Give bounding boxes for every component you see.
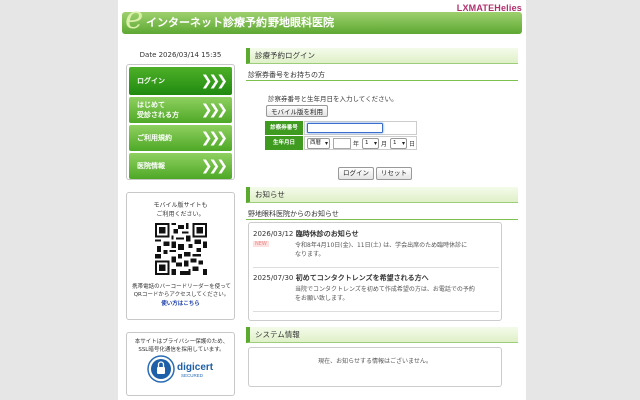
chevron-right-icon: ❯❯❯ (200, 73, 228, 89)
main-content: 診療予約ログイン 診察券番号をお持ちの方 診察券番号と生年月日を入力してください… (246, 48, 518, 387)
system-section-title: システム情報 (246, 327, 518, 343)
digicert-seal-icon[interactable]: digicert SECURED (147, 355, 223, 383)
news-headline: 初めてコンタクトレンズを希望される方へ (295, 274, 429, 282)
chevron-right-icon: ❯❯❯ (200, 102, 228, 118)
new-badge: NEW (253, 241, 269, 247)
mobile-site-box: モバイル版サイトも ご利用ください。 携帯電話のバーコードリーダーを使って QR… (126, 192, 235, 320)
card-number-label: 診察券番号 (265, 121, 303, 135)
sidebar-item-label: はじめて 受診される方 (137, 101, 179, 119)
mobile-site-text: モバイル版サイトも ご利用ください。 (153, 202, 208, 218)
news-item-title[interactable]: 2025/07/30 初めてコンタクトレンズを希望される方へ (253, 273, 499, 283)
e-logo-icon: e (125, 0, 144, 36)
login-instruction: 診察券番号と生年月日を入力してください。 (268, 95, 398, 103)
login-form: 診察券番号と生年月日を入力してください。 モバイル版を利用 診察券番号 生年月日… (246, 81, 518, 179)
digicert-name: digicert (177, 362, 214, 373)
news-item: 2026/03/12 臨時休診のお知らせ NEW 令和8年4月10日(金)、11… (253, 229, 499, 259)
news-body: 令和8年4月10日(金)、11日(土) は、学会出席のため臨時休診に なります。 (295, 242, 468, 258)
birth-date-label: 生年月日 (265, 136, 303, 150)
sidebar-item-login[interactable]: ログイン ❯❯❯ (129, 67, 232, 95)
login-subtitle: 診察券番号をお持ちの方 (246, 69, 518, 81)
sidebar-item-label: 医院情報 (137, 162, 165, 170)
qr-code-icon (155, 223, 207, 275)
system-message: 現在、お知らせする情報はございません。 (318, 358, 432, 365)
day-suffix: 日 (409, 141, 416, 148)
mobile-site-description: 携帯電話のバーコードリーダーを使って QRコードからアクセスしてください。 (132, 284, 231, 298)
mobile-version-button[interactable]: モバイル版を利用 (266, 105, 328, 117)
news-body: 当院でコンタクトレンズを初めて作成希望の方は、お電話での予約 をお願い致します。 (295, 286, 475, 302)
news-panel: 2026/03/12 臨時休診のお知らせ NEW 令和8年4月10日(金)、11… (248, 222, 502, 321)
day-select-value: 1 (393, 140, 397, 146)
month-select[interactable]: 1 (362, 138, 379, 149)
era-select[interactable]: 西暦 (307, 138, 330, 149)
news-section-title: お知らせ (246, 187, 518, 203)
month-select-value: 1 (365, 140, 369, 146)
digicert-sub: SECURED (181, 373, 204, 378)
system-panel: 現在、お知らせする情報はございません。 (248, 347, 502, 387)
chevron-right-icon: ❯❯❯ (200, 130, 228, 146)
birth-year-input[interactable] (333, 138, 351, 149)
header-banner: e インターネット診療予約 野地眼科医院 (122, 3, 522, 34)
sidebar-item-clinic-info[interactable]: 医院情報 ❯❯❯ (129, 153, 232, 179)
login-button[interactable]: ログイン (338, 167, 374, 180)
sidebar-item-label: ログイン (137, 77, 165, 85)
banner-title: インターネット診療予約 (146, 16, 267, 29)
year-suffix: 年 (353, 141, 360, 148)
page-container: LXMATEHelies e インターネット診療予約 野地眼科医院 Date 2… (118, 0, 526, 400)
clinic-name: 野地眼科医院 (268, 16, 334, 29)
news-item-title[interactable]: 2026/03/12 臨時休診のお知らせ (253, 229, 499, 239)
card-number-input[interactable] (307, 123, 383, 133)
card-number-cell (304, 121, 417, 135)
month-suffix: 月 (381, 141, 388, 148)
reset-button[interactable]: リセット (376, 167, 412, 180)
current-date: Date 2026/03/14 15:35 (139, 51, 222, 59)
news-item: 2025/07/30 初めてコンタクトレンズを希望される方へ 当院でコンタクトレ… (253, 273, 499, 303)
usage-link[interactable]: 使い方はこちら (127, 299, 234, 307)
login-section-title: 診療予約ログイン (246, 48, 518, 64)
era-select-value: 西暦 (310, 140, 322, 146)
sidebar-item-label: ご利用規約 (137, 134, 172, 142)
news-subtitle: 野地眼科医院からのお知らせ (246, 208, 518, 220)
sidebar-nav: ログイン ❯❯❯ はじめて 受診される方 ❯❯❯ ご利用規約 ❯❯❯ 医院情報 … (126, 64, 235, 180)
day-select[interactable]: 1 (390, 138, 407, 149)
security-text: 本サイトはプライバシー保護のため、 SSL暗号化通信を採用しています。 (134, 339, 229, 353)
news-date: 2026/03/12 (253, 230, 294, 238)
chevron-right-icon: ❯❯❯ (200, 158, 228, 174)
left-sidebar: Date 2026/03/14 15:35 ログイン ❯❯❯ はじめて 受診され… (126, 48, 235, 396)
sidebar-item-first-visit[interactable]: はじめて 受診される方 ❯❯❯ (129, 97, 232, 123)
news-divider (253, 267, 499, 268)
header: LXMATEHelies e インターネット診療予約 野地眼科医院 (118, 0, 526, 36)
security-box: 本サイトはプライバシー保護のため、 SSL暗号化通信を採用しています。 digi… (126, 332, 235, 396)
news-date: 2025/07/30 (253, 274, 294, 282)
sidebar-item-terms[interactable]: ご利用規約 ❯❯❯ (129, 125, 232, 151)
news-headline: 臨時休診のお知らせ (295, 230, 359, 238)
birth-date-cell: 西暦 年 1 月 1 日 (304, 136, 417, 150)
news-divider (253, 311, 499, 312)
